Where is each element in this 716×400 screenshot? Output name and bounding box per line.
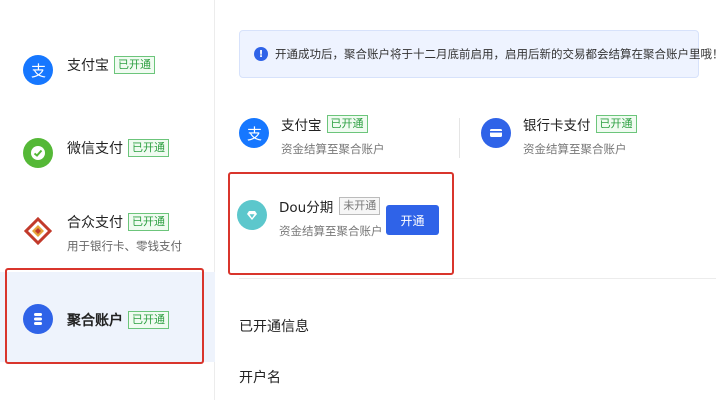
wechat-pay-icon	[23, 138, 53, 168]
status-badge: 已开通	[128, 139, 169, 157]
notice-text: 开通成功后，聚合账户将于十二月底前启用，启用后新的交易都会结算在聚合账户里哦！	[275, 47, 716, 61]
method-desc: 资金结算至聚合账户	[281, 142, 385, 156]
divider	[239, 278, 716, 279]
divider	[459, 118, 460, 158]
method-name: 银行卡支付	[523, 118, 591, 134]
method-bank-card: 银行卡支付 已开通 资金结算至聚合账户	[481, 114, 637, 157]
sidebar-item-label: 微信支付	[67, 141, 123, 157]
sidebar-item-label: 支付宝	[67, 58, 109, 74]
hezhong-pay-icon	[23, 216, 53, 246]
svg-text:支: 支	[247, 125, 262, 142]
alipay-icon: 支	[239, 118, 269, 148]
status-badge: 已开通	[128, 213, 169, 231]
svg-text:支: 支	[31, 62, 46, 79]
notice-banner: ! 开通成功后，聚合账户将于十二月底前启用，启用后新的交易都会结算在聚合账户里哦…	[239, 30, 716, 78]
highlight-box-aggregate	[5, 268, 204, 364]
method-name: 支付宝	[281, 118, 322, 134]
alipay-icon: 支	[23, 55, 53, 85]
method-alipay: 支 支付宝 已开通 资金结算至聚合账户	[239, 114, 385, 157]
highlight-box-dou	[228, 172, 454, 275]
sidebar-item-wechat-pay[interactable]: 微信支付 已开通	[0, 138, 215, 168]
sidebar-item-hezhong-pay[interactable]: 合众支付 已开通 用于银行卡、零钱支付	[0, 212, 215, 254]
method-desc: 资金结算至聚合账户	[523, 142, 627, 156]
sidebar-item-label: 合众支付	[67, 215, 123, 231]
sidebar-item-alipay[interactable]: 支 支付宝 已开通	[0, 55, 215, 85]
account-name-label: 开户名	[239, 370, 281, 386]
sidebar-item-sub: 用于银行卡、零钱支付	[67, 239, 182, 253]
info-icon: !	[254, 47, 268, 61]
status-badge: 已开通	[595, 115, 637, 133]
status-badge: 已开通	[326, 115, 368, 133]
section-title: 已开通信息	[239, 319, 309, 335]
bank-card-icon	[481, 118, 511, 148]
status-badge: 已开通	[114, 56, 155, 74]
